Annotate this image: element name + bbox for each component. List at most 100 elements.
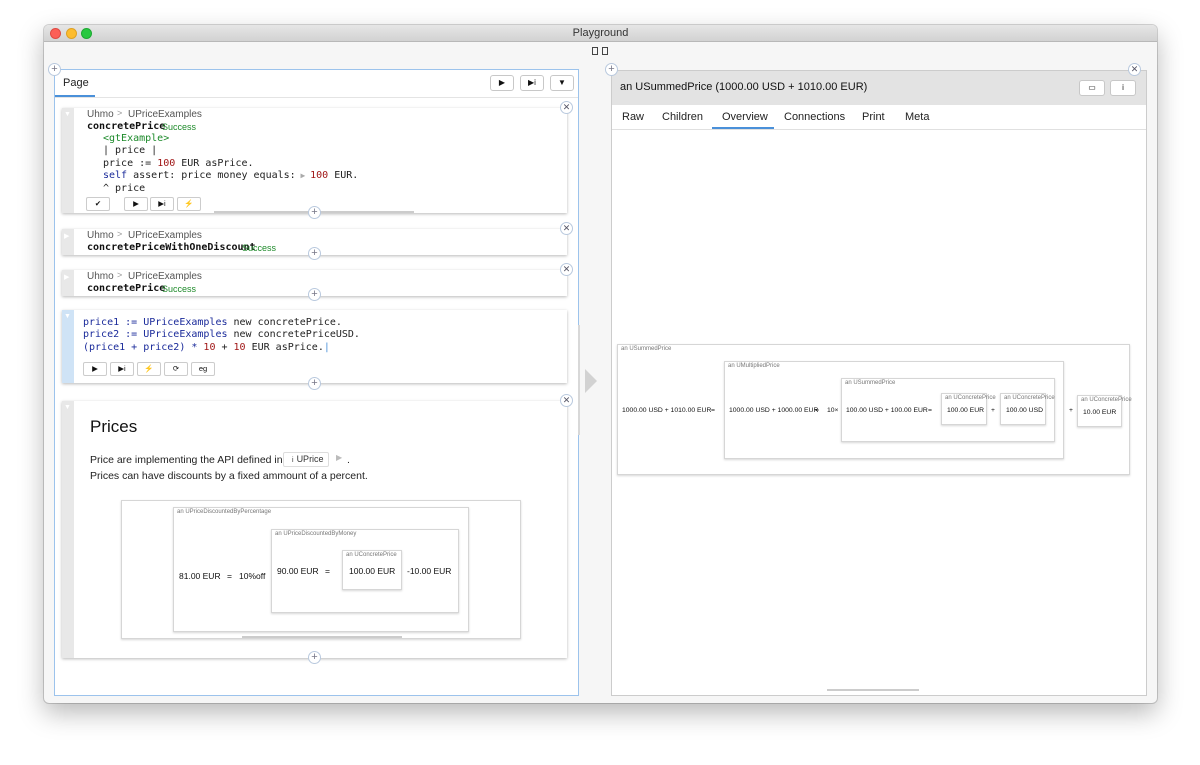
method-name[interactable]: concretePrice xyxy=(87,283,165,294)
dropdown-menu-button[interactable]: ▼ xyxy=(550,75,574,91)
package-crumb[interactable]: Uhmo xyxy=(87,271,114,282)
inspector-pane: an USummedPrice (1000.00 USD + 1010.00 E… xyxy=(611,70,1147,696)
pane-resize-handle[interactable] xyxy=(578,325,580,435)
code-line-3: (price1 + price2) * 10 + 10 EUR asPrice.… xyxy=(83,342,360,354)
navigate-arrow-icon[interactable] xyxy=(585,369,597,393)
add-snippet-plus-icon[interactable]: + xyxy=(308,288,321,301)
horizontal-scrollbar[interactable] xyxy=(242,636,402,638)
code-snippet[interactable]: ▼ price1 := UPriceExamples new concreteP… xyxy=(62,310,567,383)
add-snippet-plus-icon[interactable]: + xyxy=(308,247,321,260)
add-pane-plus-icon[interactable]: + xyxy=(605,63,618,76)
remove-snippet-close-icon[interactable]: ✕ xyxy=(560,222,573,235)
add-snippet-plus-icon[interactable]: + xyxy=(308,206,321,219)
tab-raw[interactable]: Raw xyxy=(622,105,644,129)
expand-arrow-icon[interactable]: ▶ xyxy=(336,453,342,462)
price-value: 10.00 EUR xyxy=(1083,409,1117,416)
add-snippet-plus-icon[interactable]: + xyxy=(308,377,321,390)
snippet-gutter[interactable]: ▼ xyxy=(62,310,74,383)
debug-icon[interactable]: ⟳ xyxy=(164,362,188,376)
play-icon[interactable]: ▶ xyxy=(124,197,148,211)
play-icon[interactable]: ▶ xyxy=(83,362,107,376)
tab-print[interactable]: Print xyxy=(862,105,885,129)
card-title: an USummedPrice xyxy=(845,380,896,386)
method-name[interactable]: concretePrice xyxy=(87,121,165,132)
example-snippet-concrete-price[interactable]: ▼ Uhmo > UPriceExamples concretePrice Su… xyxy=(62,108,567,213)
package-crumb[interactable]: Uhmo xyxy=(87,230,114,241)
concrete-price-card[interactable]: an UConcretePrice 100.00 EUR xyxy=(941,393,996,425)
accept-check-icon[interactable]: ✔ xyxy=(86,197,110,211)
price-value: 100.00 EUR xyxy=(349,566,396,576)
concrete-price-card[interactable]: an UConcretePrice 100.00 EUR xyxy=(342,550,402,590)
code-number: 100 xyxy=(310,170,329,182)
snippet-gutter[interactable]: ▼ xyxy=(62,401,74,658)
discount-money-card[interactable]: an UPriceDiscountedByMoney 90.00 EUR = a… xyxy=(271,529,459,613)
assign-line: price := 100 EUR asPrice. xyxy=(103,158,358,170)
expand-arrow-icon[interactable]: ▶ xyxy=(296,171,310,180)
collapse-triangle-icon[interactable]: ▼ xyxy=(64,111,71,118)
tab-connections[interactable]: Connections xyxy=(784,105,845,129)
collapse-triangle-icon[interactable]: ▼ xyxy=(64,404,71,411)
add-snippet-plus-icon[interactable]: + xyxy=(308,651,321,664)
page-tab-label[interactable]: Page xyxy=(63,77,89,89)
tab-children[interactable]: Children xyxy=(662,105,703,129)
status-badge: Success xyxy=(162,284,197,294)
text-cursor: | xyxy=(323,341,330,353)
tab-meta[interactable]: Meta xyxy=(905,105,929,129)
class-crumb[interactable]: UPriceExamples xyxy=(128,271,202,282)
play-inspect-icon[interactable]: ▶i xyxy=(150,197,174,211)
lightning-icon[interactable]: ⚡ xyxy=(137,362,161,376)
play-button[interactable]: ▶ xyxy=(490,75,514,91)
window-title: Playground xyxy=(572,27,629,39)
package-crumb[interactable]: Uhmo xyxy=(87,109,114,120)
link-label: UPrice xyxy=(296,454,324,464)
code-number: 10 xyxy=(233,341,246,353)
multiplied-price-card[interactable]: an UMultipliedPrice 1000.00 USD + 1000.0… xyxy=(724,361,1064,459)
method-code[interactable]: <gtExample> | price | price := 100 EUR asP… xyxy=(103,133,358,195)
expand-triangle-icon[interactable]: ▶ xyxy=(64,232,69,240)
card-title: an UConcretePrice xyxy=(346,552,397,558)
snippet-gutter[interactable]: ▶ xyxy=(62,229,74,255)
lightning-icon[interactable]: ⚡ xyxy=(177,197,201,211)
tab-overview[interactable]: Overview xyxy=(722,105,768,129)
equals-sign: = xyxy=(227,571,232,581)
code-editor[interactable]: price1 := UPriceExamples new concretePri… xyxy=(83,317,360,354)
book-icon[interactable]: ▭ xyxy=(1079,80,1105,96)
remove-snippet-close-icon[interactable]: ✕ xyxy=(560,263,573,276)
split-pane-layout-icon[interactable] xyxy=(602,47,608,55)
doc-paragraph-2: Prices can have discounts by a fixed amm… xyxy=(90,470,368,482)
playground-window: Playground Page ▶ ▶i ▼ + ▼ Uhmo > UPrice… xyxy=(44,25,1157,703)
price-value: 100.00 EUR xyxy=(947,407,985,414)
card-title: an USummedPrice xyxy=(621,346,672,352)
summed-price-card[interactable]: an USummedPrice 1000.00 USD + 1010.00 EU… xyxy=(617,344,1132,475)
info-icon[interactable]: i xyxy=(1110,80,1136,96)
snippet-gutter[interactable]: ▶ xyxy=(62,270,74,296)
concrete-price-card[interactable]: an UConcretePrice 100.00 USD xyxy=(1000,393,1055,425)
percent-value: 10%off xyxy=(239,571,266,581)
snippet-gutter[interactable]: ▼ xyxy=(62,108,74,213)
horizontal-scrollbar[interactable] xyxy=(827,689,919,691)
add-page-plus-icon[interactable]: + xyxy=(48,63,61,76)
method-name[interactable]: concretePriceWithOneDiscount xyxy=(87,242,256,253)
collapse-triangle-icon[interactable]: ▼ xyxy=(64,313,71,320)
play-inspect-icon[interactable]: ▶i xyxy=(110,362,134,376)
pragma-line: <gtExample> xyxy=(103,133,170,144)
play-inspect-button[interactable]: ▶i xyxy=(520,75,544,91)
plus-sign: + xyxy=(1069,407,1073,414)
class-crumb[interactable]: UPriceExamples xyxy=(128,109,202,120)
close-inspector-close-icon[interactable]: ✕ xyxy=(1128,63,1141,76)
class-crumb[interactable]: UPriceExamples xyxy=(128,230,202,241)
concrete-price-card[interactable]: an UConcretePrice 10.00 EUR xyxy=(1077,395,1132,427)
eg-button[interactable]: eg xyxy=(191,362,215,376)
expand-triangle-icon[interactable]: ▶ xyxy=(64,273,69,281)
inner-summed-price-card[interactable]: an USummedPrice 100.00 USD + 100.00 EUR … xyxy=(841,378,1055,442)
discount-percentage-card[interactable]: an UPriceDiscountedByPercentage 81.00 EU… xyxy=(173,507,469,632)
crumb-separator-icon: > xyxy=(117,270,123,280)
code-line-2: price2 := UPriceExamples new concretePri… xyxy=(83,329,360,341)
price-value: 1000.00 USD + 1010.00 EUR xyxy=(622,407,712,414)
active-tab-underline xyxy=(712,127,774,129)
uprice-class-link[interactable]: i UPrice xyxy=(283,452,329,467)
remove-snippet-close-icon[interactable]: ✕ xyxy=(560,394,573,407)
documentation-snippet[interactable]: ▼ Prices Price are implementing the API … xyxy=(62,401,567,658)
remove-snippet-close-icon[interactable]: ✕ xyxy=(560,101,573,114)
single-pane-layout-icon[interactable] xyxy=(592,47,598,55)
